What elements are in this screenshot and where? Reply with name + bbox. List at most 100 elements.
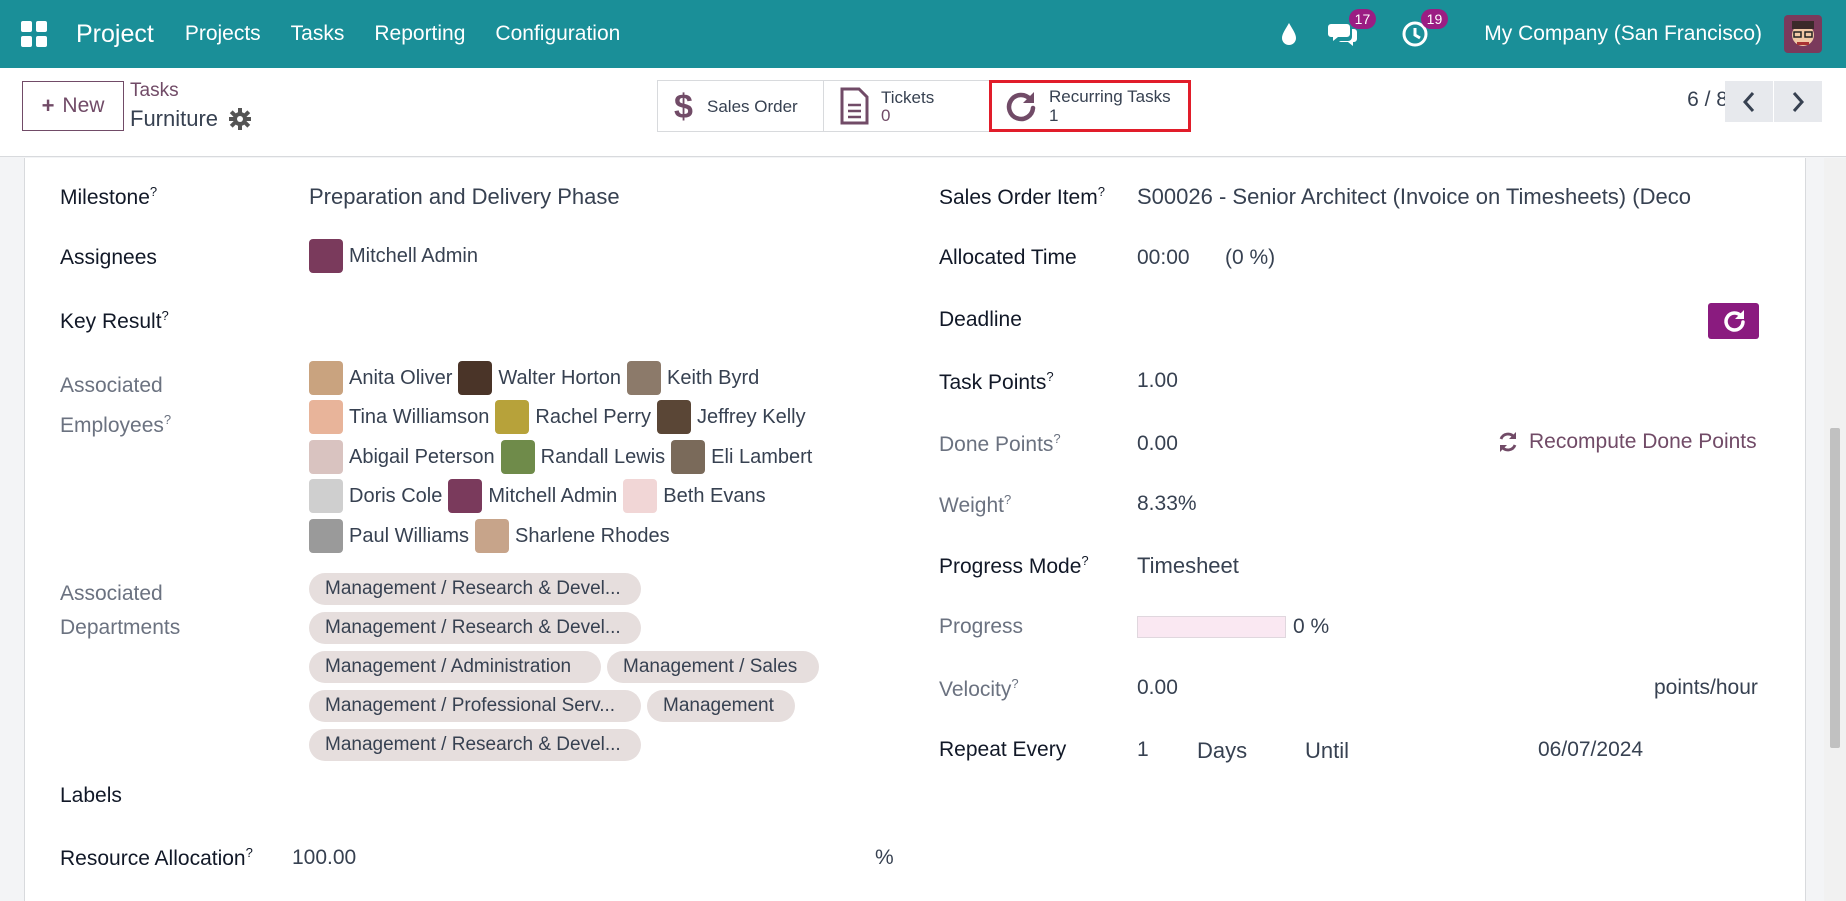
employee-tag[interactable]: Doris Cole [309, 479, 442, 513]
assignees-label: Assignees [60, 246, 157, 269]
pager-next-button[interactable] [1774, 81, 1822, 122]
department-tag[interactable]: Management / Administration [309, 651, 601, 683]
messages-icon[interactable]: 17 [1328, 9, 1377, 49]
dollar-icon: $ [673, 88, 695, 124]
department-tag[interactable]: Management / Research & Devel... [309, 729, 641, 761]
employees-row: Abigail Peterson Randall Lewis Eli Lambe… [309, 440, 818, 474]
company-switcher[interactable]: My Company (San Francisco) [1484, 22, 1762, 46]
scrollbar-thumb[interactable] [1830, 428, 1840, 748]
sales-order-item-label: Sales Order Item? [939, 184, 1105, 209]
employees-row: Anita Oliver Walter Horton Keith Byrd [309, 361, 765, 395]
progress-mode-field[interactable]: Timesheet [1137, 553, 1239, 579]
deadline-label: Deadline [939, 308, 1022, 331]
progress-bar [1137, 616, 1286, 638]
gear-icon[interactable] [229, 108, 251, 130]
weight-label: Weight? [939, 492, 1012, 517]
employee-tag[interactable]: Sharlene Rhodes [475, 519, 670, 553]
milestone-field[interactable]: Preparation and Delivery Phase [309, 184, 620, 210]
new-button-label: New [62, 94, 105, 117]
form-sheet [24, 158, 1806, 901]
repeat-unit-select[interactable]: Days [1197, 738, 1247, 764]
task-points-field[interactable]: 1.00 [1137, 369, 1178, 393]
redo-icon [1005, 90, 1037, 122]
allocated-time-field[interactable]: 00:00 [1137, 246, 1190, 270]
employee-tag[interactable]: Randall Lewis [500, 440, 665, 474]
employee-tag[interactable]: Anita Oliver [309, 361, 452, 395]
sales-order-item-field[interactable]: S00026 - Senior Architect (Invoice on Ti… [1137, 184, 1695, 210]
resource-allocation-unit: % [875, 846, 894, 869]
tickets-label: Tickets [881, 87, 935, 107]
sales-order-label: Sales Order [707, 96, 798, 116]
menu-configuration[interactable]: Configuration [495, 22, 620, 46]
repeat-interval-field[interactable]: 1 [1137, 738, 1149, 762]
repeat-type-select[interactable]: Until [1305, 738, 1349, 764]
menu-projects[interactable]: Projects [185, 22, 261, 46]
refresh-icon [1723, 310, 1745, 332]
repeat-until-date[interactable]: 06/07/2024 [1538, 738, 1643, 762]
resource-allocation-label: Resource Allocation? [60, 845, 253, 870]
velocity-label: Velocity? [939, 676, 1019, 701]
plus-icon: + [41, 93, 55, 118]
activities-count-badge: 19 [1420, 9, 1449, 29]
employees-row: Tina Williamson Rachel Perry Jeffrey Kel… [309, 400, 812, 434]
progress-percentage: 0 % [1293, 615, 1330, 638]
assignees-field[interactable]: Mitchell Admin [309, 239, 478, 273]
breadcrumb-current: Furniture [130, 106, 219, 131]
pager-previous-button[interactable] [1725, 81, 1773, 122]
user-avatar[interactable] [1784, 15, 1822, 53]
weight-value: 8.33% [1137, 492, 1197, 515]
employees-row: Paul Williams Sharlene Rhodes [309, 519, 676, 553]
employee-tag[interactable]: Eli Lambert [671, 440, 812, 474]
breadcrumb-parent[interactable]: Tasks [130, 80, 179, 102]
progress-mode-label: Progress Mode? [939, 553, 1089, 578]
allocated-time-label: Allocated Time [939, 246, 1077, 269]
recurring-tasks-count: 1 [1049, 106, 1059, 125]
employee-tag[interactable]: Jeffrey Kelly [657, 400, 806, 434]
menu-tasks[interactable]: Tasks [291, 22, 345, 46]
tickets-count: 0 [881, 105, 891, 125]
document-icon [839, 87, 869, 125]
recurring-tasks-label: Recurring Tasks [1049, 87, 1171, 106]
drop-icon[interactable] [1274, 19, 1304, 49]
department-tag[interactable]: Management / Research & Devel... [309, 612, 641, 644]
associated-departments-label: Associated Departments [60, 582, 181, 639]
employee-tag[interactable]: Paul Williams [309, 519, 469, 553]
menu-reporting[interactable]: Reporting [374, 22, 465, 46]
department-tag[interactable]: Management / Sales [607, 651, 819, 683]
recurring-tasks-smart-button[interactable]: Recurring Tasks 1 [989, 80, 1191, 132]
done-points-value: 0.00 [1137, 432, 1178, 455]
employee-tag[interactable]: Beth Evans [623, 479, 766, 513]
page-scrollbar[interactable] [1824, 158, 1846, 901]
task-points-label: Task Points? [939, 369, 1054, 394]
department-tag[interactable]: Management [647, 690, 795, 722]
app-brand[interactable]: Project [76, 20, 154, 49]
employee-tag[interactable]: Walter Horton [458, 361, 621, 395]
assignee-name: Mitchell Admin [349, 244, 478, 267]
recurrence-toggle-button[interactable] [1708, 303, 1759, 339]
associated-employees-label: Associated Employees? [60, 374, 172, 437]
velocity-unit: points/hour [1654, 676, 1758, 699]
allocated-time-percentage: (0 %) [1225, 246, 1276, 269]
employee-tag[interactable]: Mitchell Admin [448, 479, 617, 513]
sales-order-smart-button[interactable]: $ Sales Order [658, 81, 824, 131]
employee-tag[interactable]: Tina Williamson [309, 400, 489, 434]
recompute-done-points-button[interactable]: Recompute Done Points [1497, 430, 1757, 454]
resource-allocation-field[interactable]: 100.00 [292, 846, 356, 870]
pager-value: 6 / 8 [1687, 88, 1728, 111]
apps-menu-icon[interactable] [21, 21, 47, 47]
svg-text:$: $ [674, 88, 693, 124]
tickets-smart-button[interactable]: Tickets 0 [824, 81, 990, 131]
employees-row: Doris Cole Mitchell Admin Beth Evans [309, 479, 772, 513]
department-tag[interactable]: Management / Professional Serv... [309, 690, 641, 722]
department-tag[interactable]: Management / Research & Devel... [309, 573, 641, 605]
key-result-label: Key Result? [60, 308, 169, 333]
employee-tag[interactable]: Abigail Peterson [309, 440, 495, 474]
milestone-label: Milestone? [60, 184, 158, 209]
new-button[interactable]: + New [22, 81, 124, 131]
activities-clock-icon[interactable]: 19 [1400, 9, 1449, 49]
smart-buttons: $ Sales Order Tickets 0 Recurring Tasks … [657, 80, 1191, 132]
sync-icon [1499, 432, 1517, 452]
velocity-value: 0.00 [1137, 676, 1178, 699]
employee-tag[interactable]: Keith Byrd [627, 361, 759, 395]
employee-tag[interactable]: Rachel Perry [495, 400, 651, 434]
